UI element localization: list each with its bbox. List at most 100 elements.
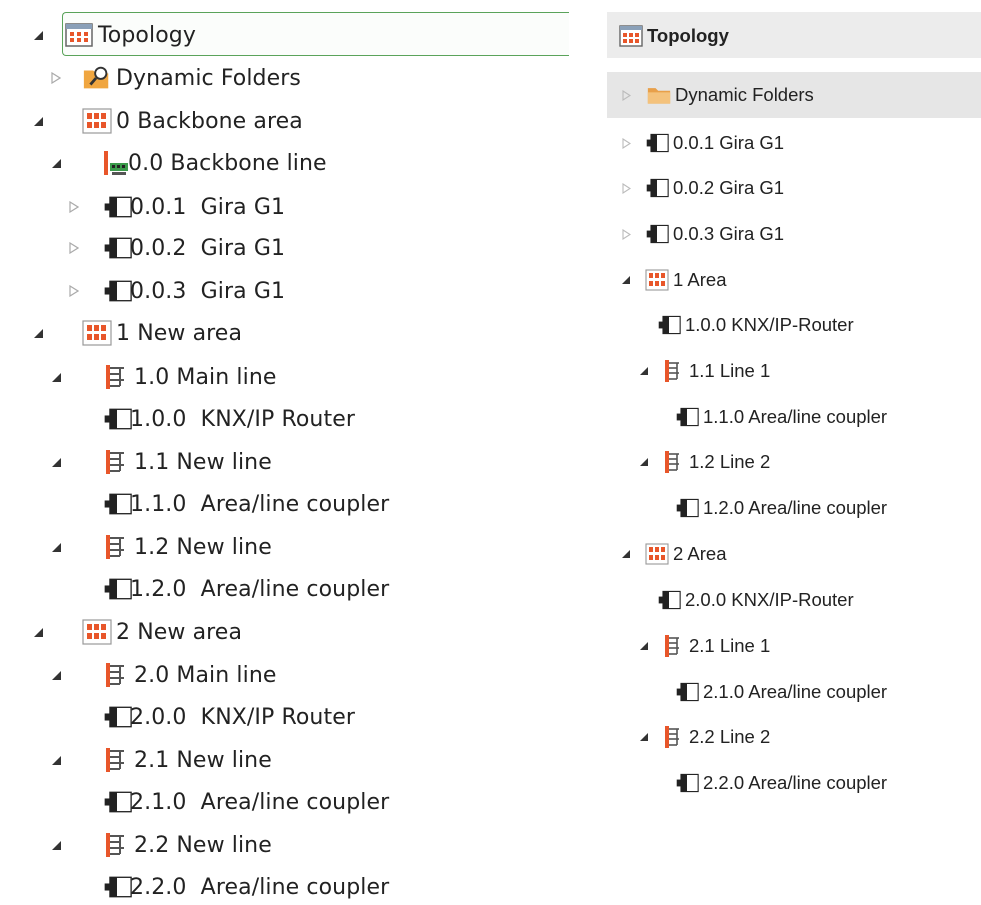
area-icon xyxy=(645,268,669,292)
tree-item-device[interactable]: 0.0.3 Gira G1 xyxy=(619,219,784,249)
device-icon xyxy=(657,588,681,612)
line-icon xyxy=(661,725,685,749)
tree-item-label: 0.0.1 Gira G1 xyxy=(130,194,286,220)
expand-arrow-icon[interactable] xyxy=(48,755,64,765)
tree-item-device[interactable]: 1.1.0 Area/line coupler xyxy=(102,486,389,522)
expand-arrow-icon[interactable] xyxy=(48,840,64,850)
expand-arrow-icon[interactable] xyxy=(30,328,46,338)
tree-item-line[interactable]: 2.0 Main line xyxy=(48,657,277,693)
tree-item-dynamic-folders[interactable]: Dynamic Folders xyxy=(619,80,814,110)
tree-item-line[interactable]: 2.2 Line 2 xyxy=(637,722,770,752)
tree-item-device[interactable]: 2.1.0 Area/line coupler xyxy=(102,784,389,820)
tree-item-label: 0.0.2 Gira G1 xyxy=(673,177,785,198)
tree-item-label: 1 New area xyxy=(116,320,243,346)
tree-item-line[interactable]: 2.2 New line xyxy=(48,827,272,863)
tree-item-line[interactable]: 1.1 Line 1 xyxy=(637,356,770,386)
collapse-arrow-icon[interactable] xyxy=(66,201,82,213)
expand-arrow-icon[interactable] xyxy=(48,457,64,467)
tree-item-label: 1.2.0 Area/line coupler xyxy=(130,576,390,602)
topology-icon xyxy=(619,24,643,48)
tree-item-line[interactable]: 2.1 Line 1 xyxy=(637,631,770,661)
device-icon xyxy=(657,313,681,337)
collapse-arrow-icon[interactable] xyxy=(619,182,633,194)
tree-item-label: 2.0 Main line xyxy=(134,662,277,688)
topology-tree-left: Topology Dynamic Folders 0 Backbone area… xyxy=(0,0,580,900)
expand-arrow-icon[interactable] xyxy=(48,542,64,552)
tree-item-line[interactable]: 0.0 Backbone line xyxy=(48,145,327,181)
expand-arrow-icon[interactable] xyxy=(48,372,64,382)
collapse-arrow-icon[interactable] xyxy=(619,228,633,240)
tree-root-topology[interactable]: Topology xyxy=(619,21,729,51)
tree-item-line[interactable]: 2.1 New line xyxy=(48,742,272,778)
tree-item-area[interactable]: 1 Area xyxy=(619,265,727,295)
line-icon xyxy=(100,363,130,391)
tree-item-area[interactable]: 2 Area xyxy=(619,539,727,569)
tree-item-dynamic-folders[interactable]: Dynamic Folders xyxy=(48,60,301,96)
tree-item-label: Topology xyxy=(98,22,196,48)
tree-item-line[interactable]: 1.2 New line xyxy=(48,529,272,565)
collapse-arrow-icon[interactable] xyxy=(66,285,82,297)
tree-item-line[interactable]: 1.1 New line xyxy=(48,444,272,480)
tree-item-label: 1.0.0 KNX/IP Router xyxy=(130,406,355,432)
tree-item-device[interactable]: 1.0.0 KNX/IP Router xyxy=(102,401,355,437)
device-icon xyxy=(675,680,699,704)
collapse-arrow-icon[interactable] xyxy=(619,137,633,149)
device-icon xyxy=(102,405,132,433)
tree-item-device[interactable]: 1.1.0 Area/line coupler xyxy=(675,402,887,432)
collapse-arrow-icon[interactable] xyxy=(48,72,64,84)
tree-item-line[interactable]: 1.0 Main line xyxy=(48,359,277,395)
expand-arrow-icon[interactable] xyxy=(48,158,64,168)
tree-item-device[interactable]: 1.2.0 Area/line coupler xyxy=(102,571,389,607)
backbone-line-icon xyxy=(100,149,130,177)
tree-item-device[interactable]: 0.0.1 Gira G1 xyxy=(619,128,784,158)
tree-item-label: 0 Backbone area xyxy=(116,108,303,134)
expand-arrow-icon[interactable] xyxy=(48,670,64,680)
tree-item-label: 1.2.0 Area/line coupler xyxy=(703,497,888,518)
line-icon xyxy=(661,359,685,383)
tree-item-area[interactable]: 0 Backbone area xyxy=(30,103,303,139)
expand-arrow-icon[interactable] xyxy=(637,458,651,466)
tree-item-device[interactable]: 1.2.0 Area/line coupler xyxy=(675,493,887,523)
tree-item-label: 1.2 New line xyxy=(134,534,272,560)
tree-item-device[interactable]: 0.0.2 Gira G1 xyxy=(619,173,784,203)
tree-item-label: 2.1 Line 1 xyxy=(689,635,771,656)
expand-arrow-icon[interactable] xyxy=(30,116,46,126)
collapse-arrow-icon[interactable] xyxy=(66,242,82,254)
tree-item-device[interactable]: 0.0.3 Gira G1 xyxy=(66,273,285,309)
device-icon xyxy=(102,193,132,221)
expand-arrow-icon[interactable] xyxy=(637,733,651,741)
tree-item-device[interactable]: 0.0.1 Gira G1 xyxy=(66,189,285,225)
tree-item-label: 2.0.0 KNX/IP-Router xyxy=(685,589,854,610)
expand-arrow-icon[interactable] xyxy=(637,367,651,375)
device-icon xyxy=(102,277,132,305)
tree-item-device[interactable]: 2.2.0 Area/line coupler xyxy=(675,768,887,798)
expand-arrow-icon[interactable] xyxy=(30,627,46,637)
tree-item-device[interactable]: 2.0.0 KNX/IP Router xyxy=(102,699,355,735)
tree-item-label: 2.1.0 Area/line coupler xyxy=(703,681,888,702)
tree-item-device[interactable]: 2.0.0 KNX/IP-Router xyxy=(657,585,854,615)
area-icon xyxy=(82,618,112,646)
expand-arrow-icon[interactable] xyxy=(637,642,651,650)
device-icon xyxy=(675,405,699,429)
tree-item-device[interactable]: 0.0.2 Gira G1 xyxy=(66,230,285,266)
tree-item-label: 2 New area xyxy=(116,619,243,645)
tree-item-label: Dynamic Folders xyxy=(675,84,814,105)
expand-arrow-icon[interactable] xyxy=(30,30,46,40)
device-icon xyxy=(675,496,699,520)
tree-item-device[interactable]: 2.1.0 Area/line coupler xyxy=(675,677,887,707)
device-icon xyxy=(102,234,132,262)
tree-item-label: 0.0.1 Gira G1 xyxy=(673,132,785,153)
tree-item-device[interactable]: 1.0.0 KNX/IP-Router xyxy=(657,310,854,340)
expand-arrow-icon[interactable] xyxy=(619,550,633,558)
tree-item-area[interactable]: 1 New area xyxy=(30,315,242,351)
tree-item-label: 2.2.0 Area/line coupler xyxy=(703,772,888,793)
collapse-arrow-icon[interactable] xyxy=(619,89,633,101)
tree-item-area[interactable]: 2 New area xyxy=(30,614,242,650)
line-icon xyxy=(100,746,130,774)
tree-item-line[interactable]: 1.2 Line 2 xyxy=(637,447,770,477)
tree-item-label: 0.0 Backbone line xyxy=(128,150,327,176)
tree-root-topology[interactable]: Topology xyxy=(30,17,196,53)
tree-item-label: 2.2 Line 2 xyxy=(689,726,771,747)
expand-arrow-icon[interactable] xyxy=(619,276,633,284)
line-icon xyxy=(100,831,130,859)
